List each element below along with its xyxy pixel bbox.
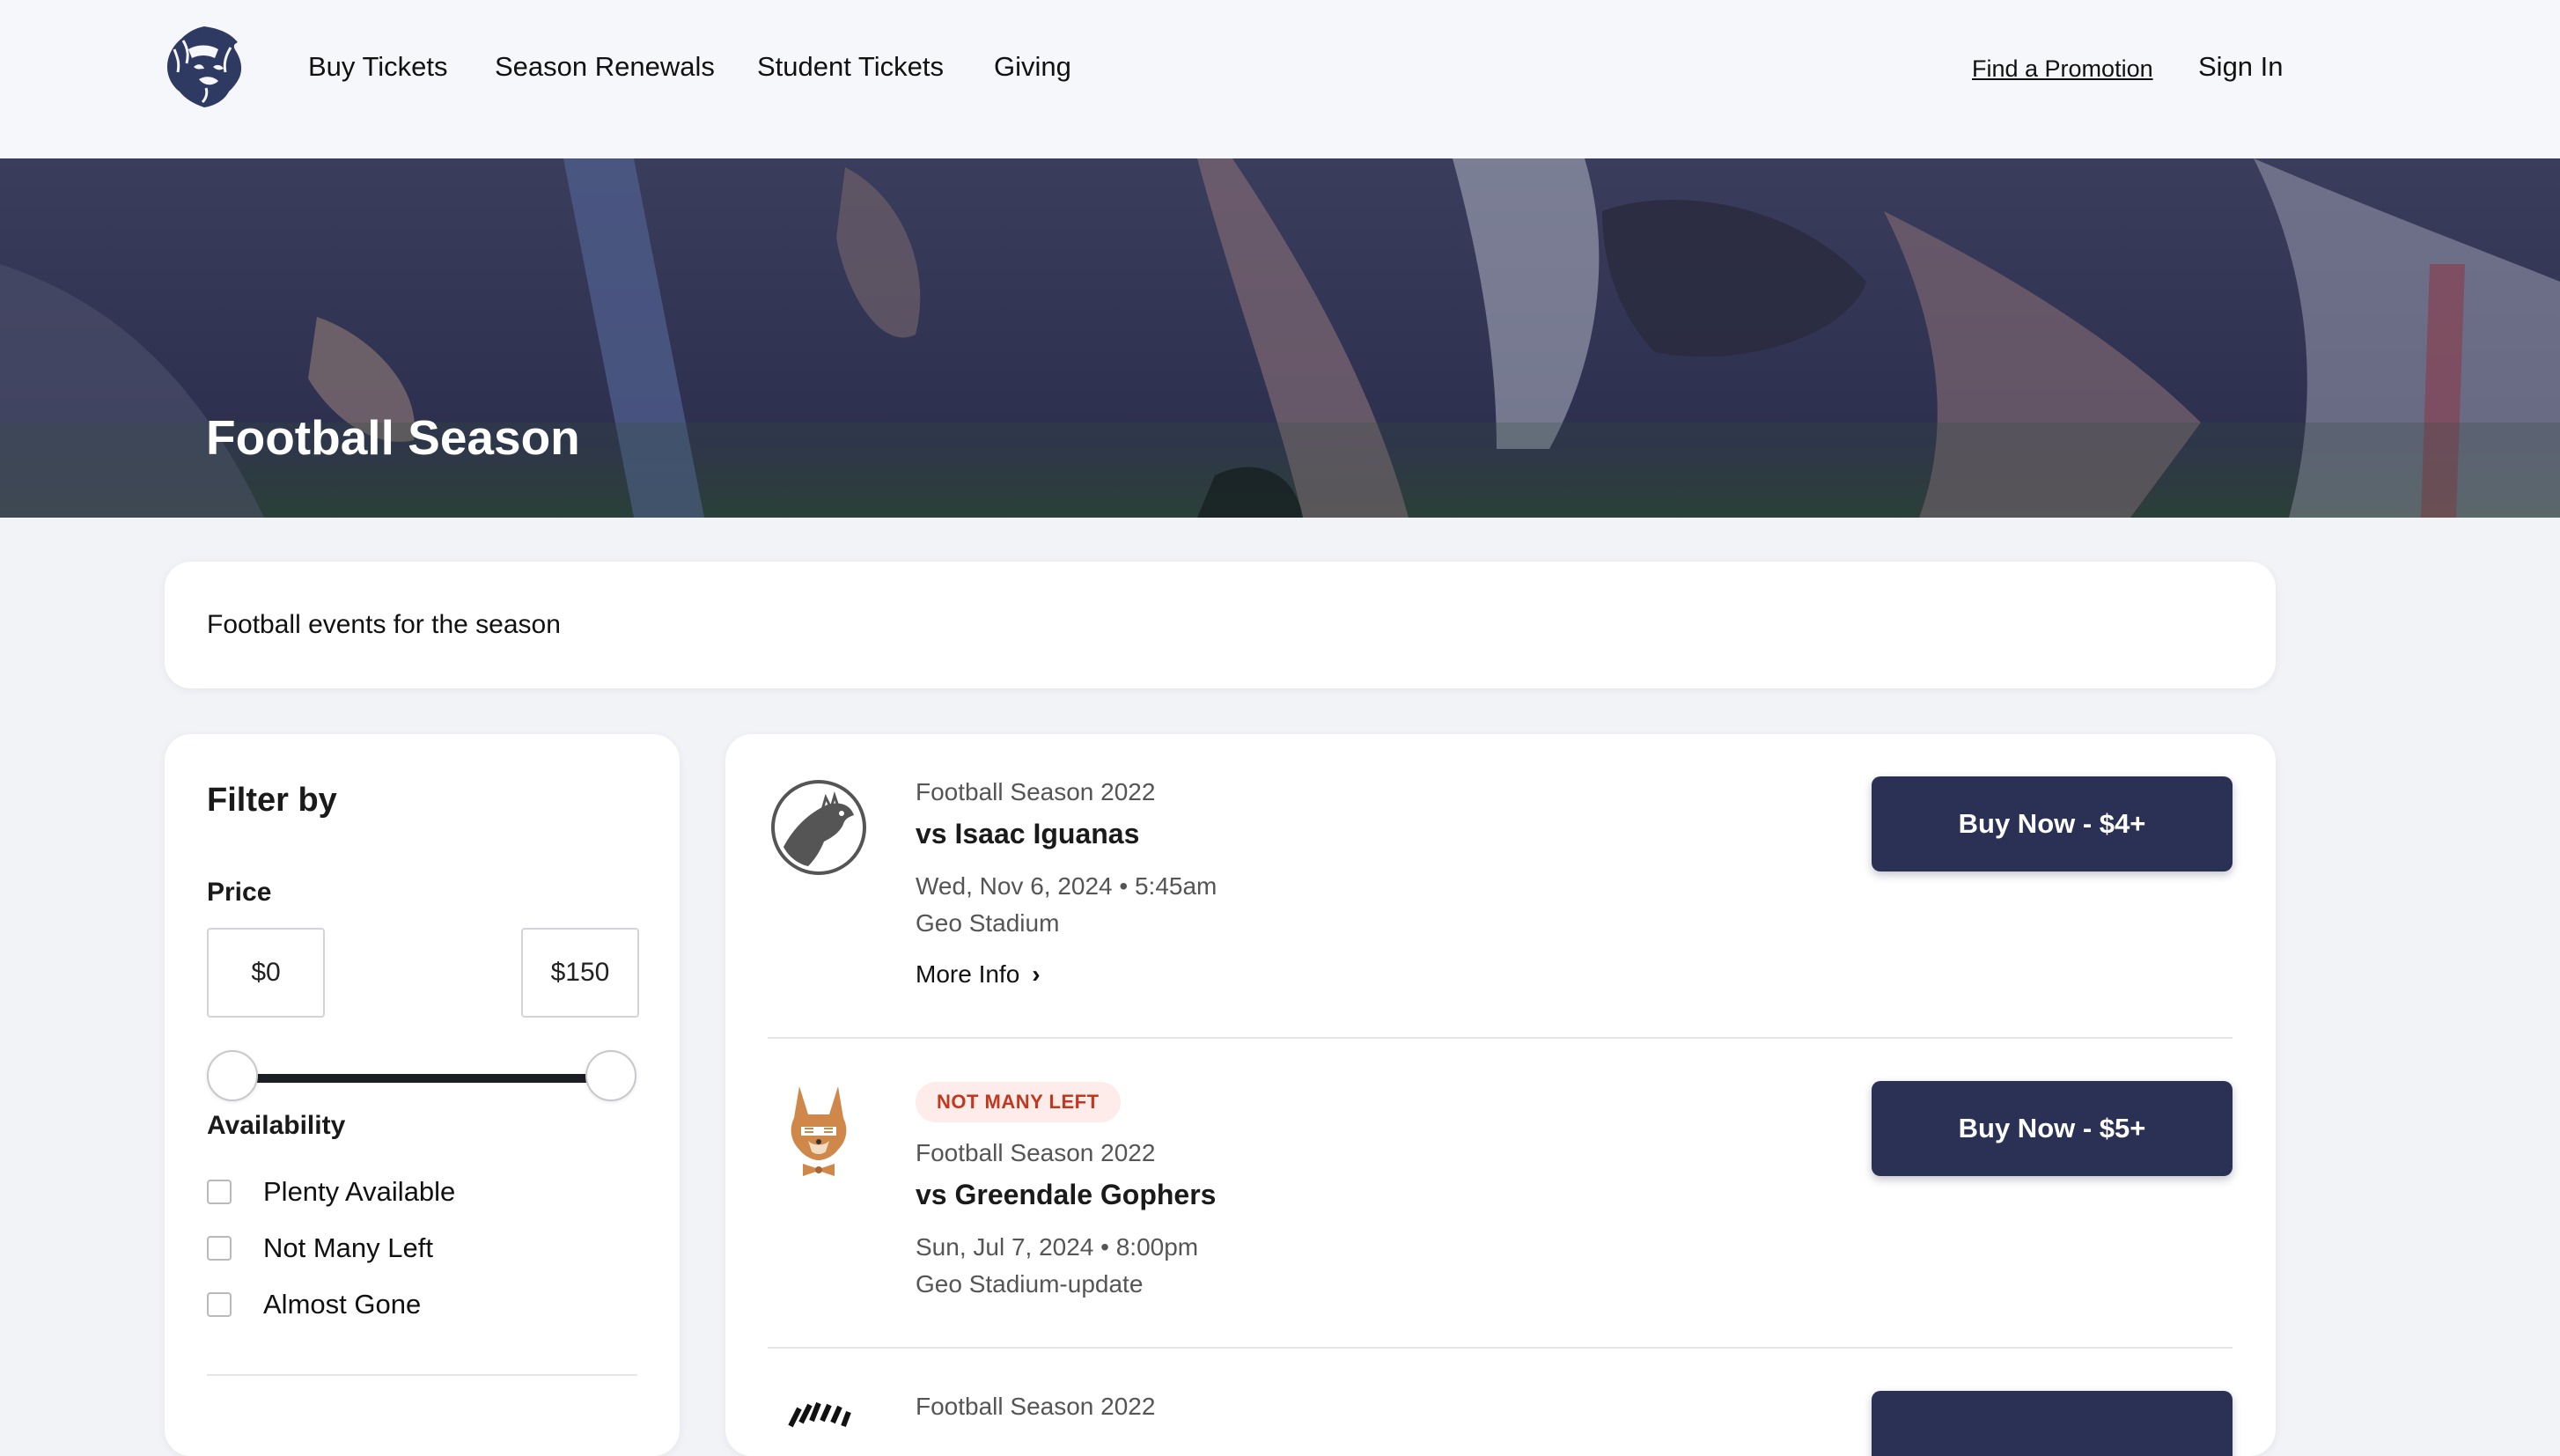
event-season: Football Season 2022 bbox=[916, 778, 1156, 805]
price-slider-min-handle[interactable] bbox=[207, 1050, 258, 1101]
description-card: Football events for the season bbox=[165, 562, 2276, 688]
buy-now-button[interactable] bbox=[1872, 1391, 2233, 1456]
site-header: Buy Tickets Season Renewals Student Tick… bbox=[0, 0, 2560, 158]
more-info-link[interactable]: More Info › bbox=[916, 960, 1041, 989]
row-divider bbox=[768, 1037, 2233, 1039]
hero-banner: Football Season bbox=[0, 158, 2560, 518]
plenty-available-checkbox[interactable] bbox=[207, 1180, 232, 1204]
zebra-icon bbox=[769, 1391, 868, 1456]
row-divider bbox=[768, 1347, 2233, 1349]
price-max-input[interactable]: $150 bbox=[521, 928, 639, 1018]
buy-now-button[interactable]: Buy Now - $5+ bbox=[1872, 1081, 2233, 1176]
filter-title: Filter by bbox=[207, 782, 337, 819]
buy-now-button[interactable]: Buy Now - $4+ bbox=[1872, 776, 2233, 871]
checkbox-label: Not Many Left bbox=[263, 1232, 433, 1263]
price-slider-track[interactable] bbox=[233, 1074, 606, 1083]
find-promotion-link[interactable]: Find a Promotion bbox=[1972, 55, 2153, 83]
filter-divider bbox=[207, 1374, 637, 1376]
checkbox-label: Plenty Available bbox=[263, 1176, 456, 1207]
sign-in-link[interactable]: Sign In bbox=[2198, 51, 2284, 83]
more-info-label: More Info bbox=[916, 960, 1020, 988]
page-title: Football Season bbox=[206, 410, 580, 465]
nav-season-renewals[interactable]: Season Renewals bbox=[495, 51, 715, 83]
event-season: Football Season 2022 bbox=[916, 1139, 1156, 1166]
iguana-icon bbox=[769, 778, 868, 877]
event-title: vs Isaac Iguanas bbox=[916, 818, 1140, 849]
availability-badge: NOT MANY LEFT bbox=[916, 1082, 1121, 1122]
event-season: Football Season 2022 bbox=[916, 1393, 1156, 1420]
fox-icon bbox=[769, 1083, 868, 1181]
event-venue: Geo Stadium-update bbox=[916, 1270, 1144, 1298]
lion-logo-icon[interactable] bbox=[162, 23, 246, 111]
availability-label: Availability bbox=[207, 1111, 346, 1140]
not-many-left-checkbox[interactable] bbox=[207, 1236, 232, 1261]
event-venue: Geo Stadium bbox=[916, 909, 1060, 937]
nav-giving[interactable]: Giving bbox=[994, 51, 1071, 83]
description-text: Football events for the season bbox=[207, 610, 561, 639]
price-slider-max-handle[interactable] bbox=[585, 1050, 636, 1101]
event-datetime: Sun, Jul 7, 2024 • 8:00pm bbox=[916, 1233, 1199, 1261]
price-min-input[interactable]: $0 bbox=[207, 928, 325, 1018]
event-datetime: Wed, Nov 6, 2024 • 5:45am bbox=[916, 872, 1217, 900]
checkbox-label: Almost Gone bbox=[263, 1289, 422, 1320]
nav-buy-tickets[interactable]: Buy Tickets bbox=[308, 51, 448, 83]
filter-panel: Filter by Price $0 $150 Availability Ple… bbox=[165, 734, 680, 1456]
almost-gone-checkbox[interactable] bbox=[207, 1292, 232, 1317]
event-title: vs Greendale Gophers bbox=[916, 1179, 1217, 1210]
chevron-right-icon: › bbox=[1032, 960, 1041, 988]
price-label: Price bbox=[207, 878, 272, 907]
nav-student-tickets[interactable]: Student Tickets bbox=[757, 51, 944, 83]
events-list: Football Season 2022 vs Isaac Iguanas We… bbox=[725, 734, 2276, 1456]
